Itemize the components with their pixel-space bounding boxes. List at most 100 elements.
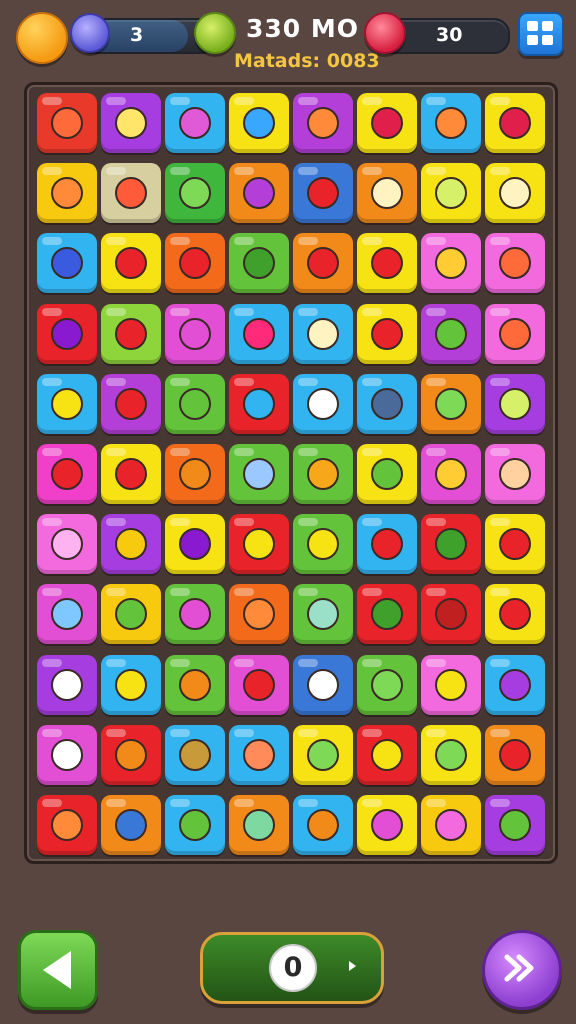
tile[interactable] — [37, 303, 97, 364]
tile[interactable] — [421, 654, 481, 715]
tile[interactable] — [421, 93, 481, 153]
tile[interactable] — [229, 233, 289, 294]
tile[interactable] — [37, 795, 97, 855]
tile-icon — [307, 668, 339, 701]
tile[interactable] — [229, 795, 289, 855]
tile[interactable] — [229, 163, 289, 224]
tile[interactable] — [421, 233, 481, 294]
tile[interactable] — [37, 724, 97, 785]
tile[interactable] — [293, 444, 353, 504]
tile[interactable] — [357, 584, 417, 645]
tile[interactable] — [485, 795, 545, 855]
tile[interactable] — [229, 303, 289, 364]
tile[interactable] — [293, 795, 353, 855]
tile-icon — [115, 668, 147, 701]
tile[interactable] — [37, 93, 97, 153]
tile[interactable] — [229, 514, 289, 575]
orange-fruit-icon[interactable] — [16, 12, 68, 64]
tile[interactable] — [101, 233, 161, 294]
tile[interactable] — [165, 303, 225, 364]
tile[interactable] — [101, 373, 161, 434]
tile[interactable] — [485, 584, 545, 645]
tile[interactable] — [485, 163, 545, 224]
tile[interactable] — [101, 514, 161, 575]
tile-shine — [42, 377, 62, 386]
tile[interactable] — [421, 373, 481, 434]
tile[interactable] — [165, 163, 225, 224]
tile[interactable] — [37, 373, 97, 434]
tile[interactable] — [37, 514, 97, 575]
tile[interactable] — [37, 654, 97, 715]
tile[interactable] — [37, 584, 97, 645]
tile[interactable] — [357, 163, 417, 224]
tile[interactable] — [357, 514, 417, 575]
tile[interactable] — [165, 584, 225, 645]
tile[interactable] — [293, 654, 353, 715]
tile[interactable] — [293, 373, 353, 434]
tile[interactable] — [485, 233, 545, 294]
tile[interactable] — [421, 724, 481, 785]
tile[interactable] — [357, 93, 417, 153]
tile[interactable] — [165, 93, 225, 153]
tile[interactable] — [293, 303, 353, 364]
tile[interactable] — [421, 514, 481, 575]
tile[interactable] — [485, 514, 545, 575]
tile[interactable] — [421, 163, 481, 224]
tile[interactable] — [101, 444, 161, 504]
tile[interactable] — [485, 654, 545, 715]
tile[interactable] — [229, 584, 289, 645]
skip-button[interactable] — [482, 930, 562, 1010]
center-value[interactable]: 0 — [269, 944, 317, 992]
tile[interactable] — [229, 654, 289, 715]
tile[interactable] — [293, 514, 353, 575]
tile[interactable] — [357, 373, 417, 434]
tile[interactable] — [229, 373, 289, 434]
tile[interactable] — [165, 233, 225, 294]
back-button[interactable] — [18, 930, 98, 1010]
tile[interactable] — [101, 724, 161, 785]
tile[interactable] — [101, 303, 161, 364]
tile[interactable] — [357, 233, 417, 294]
tile-shine — [426, 658, 446, 667]
tile[interactable] — [101, 163, 161, 224]
grid-menu-icon[interactable] — [518, 12, 564, 56]
tile[interactable] — [293, 163, 353, 224]
tile[interactable] — [101, 93, 161, 153]
tile[interactable] — [165, 373, 225, 434]
tile[interactable] — [101, 654, 161, 715]
tile[interactable] — [293, 233, 353, 294]
tile[interactable] — [229, 444, 289, 504]
tile-shine — [234, 237, 254, 246]
tile[interactable] — [165, 724, 225, 785]
tile[interactable] — [357, 654, 417, 715]
tile[interactable] — [165, 654, 225, 715]
tile[interactable] — [37, 163, 97, 224]
tile[interactable] — [357, 724, 417, 785]
tile[interactable] — [357, 303, 417, 364]
tile[interactable] — [293, 724, 353, 785]
tile-icon — [179, 458, 211, 490]
tile[interactable] — [485, 373, 545, 434]
tile[interactable] — [165, 514, 225, 575]
tile[interactable] — [421, 444, 481, 504]
tile[interactable] — [229, 724, 289, 785]
tile[interactable] — [357, 795, 417, 855]
tile[interactable] — [37, 444, 97, 504]
tile[interactable] — [357, 444, 417, 504]
center-control[interactable]: 0 — [200, 932, 384, 1004]
tile[interactable] — [485, 93, 545, 153]
tile[interactable] — [485, 724, 545, 785]
tile[interactable] — [421, 584, 481, 645]
tile[interactable] — [293, 93, 353, 153]
tile[interactable] — [485, 444, 545, 504]
tile[interactable] — [165, 444, 225, 504]
tile[interactable] — [293, 584, 353, 645]
tile[interactable] — [229, 93, 289, 153]
tile[interactable] — [485, 303, 545, 364]
tile[interactable] — [101, 584, 161, 645]
tile[interactable] — [101, 795, 161, 855]
tile[interactable] — [421, 303, 481, 364]
tile[interactable] — [421, 795, 481, 855]
tile[interactable] — [165, 795, 225, 855]
tile[interactable] — [37, 233, 97, 294]
